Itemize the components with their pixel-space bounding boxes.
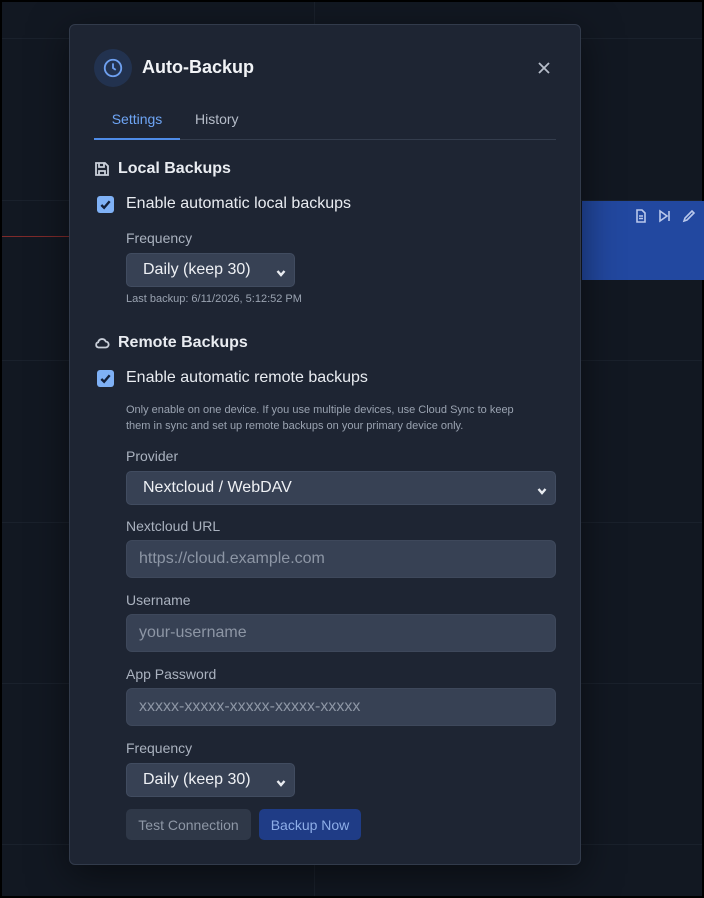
remote-backups-title: Remote Backups [118,334,248,351]
remote-backups-checkbox[interactable] [97,369,114,387]
username-input[interactable]: your-username [126,614,556,652]
calendar-event [582,201,704,280]
remote-backups-checkbox-label: Enable automatic remote backups [126,369,368,386]
dialog-header: Auto-Backup [94,49,556,87]
provider-label: Provider [126,448,179,464]
skip-forward-icon [659,209,670,223]
remote-frequency-value: Daily (keep 30) [143,771,251,788]
nextcloud-url-label: Nextcloud URL [126,518,221,534]
app-password-input[interactable]: xxxxx-xxxxx-xxxxx-xxxxx-xxxxx [126,688,556,726]
tab-settings[interactable]: Settings [94,111,180,140]
remote-hint-line-2: them in sync and set up remote backups o… [126,420,464,432]
save-icon [95,162,109,176]
remote-backups-heading: Remote Backups [94,334,248,352]
current-time-line [2,236,74,237]
local-frequency-select[interactable]: Daily (keep 30) [126,253,295,287]
remote-frequency-label: Frequency [126,740,193,756]
tab-history[interactable]: History [195,111,239,127]
close-icon [538,62,550,74]
chevron-down-icon [537,488,547,495]
test-connection-button[interactable]: Test Connection [126,809,251,840]
remote-backups-toggle-row: Enable automatic remote backups [97,369,368,387]
username-label: Username [126,592,191,608]
check-icon [100,199,111,210]
app-password-label: App Password [126,666,217,682]
pencil-icon [682,209,696,223]
remote-hint-line-1: Only enable on one device. If you use mu… [126,404,514,416]
local-frequency-value: Daily (keep 30) [143,261,251,278]
chevron-down-icon [276,780,286,787]
close-button[interactable] [532,56,556,80]
local-backups-checkbox-label: Enable automatic local backups [126,195,352,212]
cloud-icon [95,338,110,349]
local-frequency-label: Frequency [126,230,193,246]
clock-icon [94,49,132,87]
chevron-down-icon [276,270,286,277]
local-backups-title: Local Backups [118,160,231,177]
nextcloud-url-input[interactable]: https://cloud.example.com [126,540,556,578]
check-icon [100,373,111,384]
local-backups-heading: Local Backups [94,160,231,178]
local-backups-checkbox[interactable] [97,195,114,213]
provider-value: Nextcloud / WebDAV [143,479,292,496]
remote-frequency-select[interactable]: Daily (keep 30) [126,763,295,797]
backup-now-button[interactable]: Backup Now [259,809,361,840]
username-placeholder: your-username [139,624,247,641]
tab-bar: Settings History [94,103,556,140]
document-icon [636,209,646,223]
remote-backups-hint: Only enable on one device. If you use mu… [126,402,514,434]
app-password-placeholder: xxxxx-xxxxx-xxxxx-xxxxx-xxxxx [139,698,361,715]
nextcloud-url-placeholder: https://cloud.example.com [139,550,325,567]
local-backups-toggle-row: Enable automatic local backups [97,195,351,213]
auto-backup-dialog: Auto-Backup Settings History Local Backu… [69,24,581,865]
dialog-title: Auto-Backup [142,57,254,77]
last-backup-text: Last backup: 6/11/2026, 5:12:52 PM [126,293,302,305]
provider-select[interactable]: Nextcloud / WebDAV [126,471,556,505]
